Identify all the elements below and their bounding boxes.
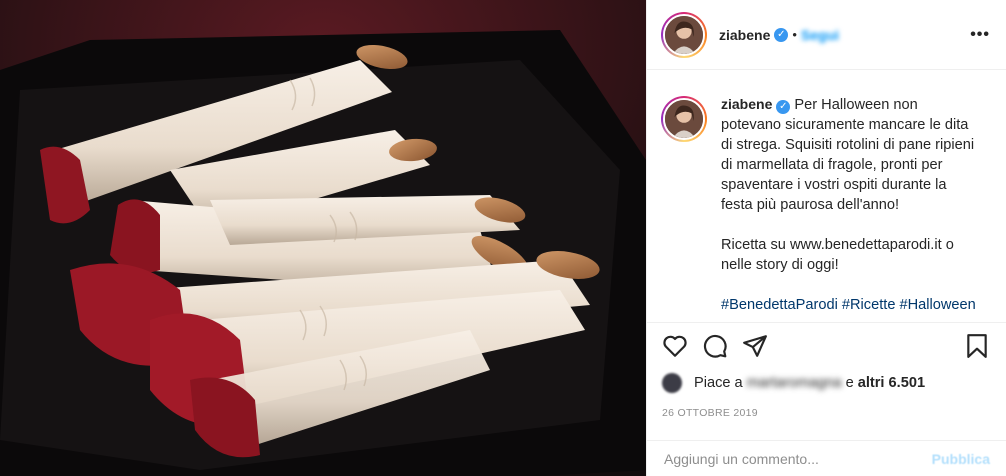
hashtags-link[interactable]: #BenedettaParodi #Ricette #Halloween bbox=[721, 295, 976, 315]
verified-icon: ✓ bbox=[774, 27, 789, 42]
caption-avatar[interactable] bbox=[661, 96, 707, 142]
post-actions: Piace a martaromagna e altri 6.501 26 OT… bbox=[646, 322, 1006, 419]
caption-text: ziabene ✓ Per Halloween non potevano sicu… bbox=[721, 94, 976, 324]
caption-line: di marmellata di fragole, pronti per bbox=[721, 157, 943, 173]
share-icon[interactable] bbox=[742, 333, 768, 359]
recipe-line: nelle story di oggi! bbox=[721, 257, 839, 273]
username-link[interactable]: ziabene bbox=[719, 27, 770, 43]
caption-line: potevano sicuramente mancare le dita bbox=[721, 117, 969, 133]
caption-username[interactable]: ziabene bbox=[721, 96, 772, 112]
action-icons bbox=[662, 333, 990, 359]
likes-summary: Piace a martaromagna e altri 6.501 bbox=[662, 373, 990, 393]
likes-connector: e bbox=[845, 375, 854, 391]
comment-bar: Pubblica bbox=[646, 440, 1006, 476]
liker-avatar[interactable] bbox=[662, 373, 682, 393]
recipe-line: Ricetta su www.benedettaparodi.it o bbox=[721, 237, 954, 253]
post-date[interactable]: 26 OTTOBRE 2019 bbox=[662, 407, 990, 419]
avatar[interactable] bbox=[661, 11, 707, 58]
post-header: ziabene ✓ • Segui ••• bbox=[647, 0, 1006, 70]
caption-line: Per Halloween non bbox=[794, 97, 918, 113]
caption-line: festa più paurosa dell'anno! bbox=[721, 197, 900, 213]
verified-icon: ✓ bbox=[776, 100, 791, 114]
avatar-photo bbox=[665, 15, 703, 54]
likes-count-link[interactable]: altri 6.501 bbox=[858, 375, 925, 391]
separator-dot: • bbox=[792, 27, 797, 42]
caption-block: ziabene ✓ Per Halloween non potevano sicu… bbox=[647, 70, 1006, 324]
bookmark-icon[interactable] bbox=[964, 333, 990, 359]
heart-icon[interactable] bbox=[662, 333, 688, 359]
caption-line: spaventare i vostri ospiti durante la bbox=[721, 177, 947, 193]
caption-line: di strega. Squisiti rotolini di pane rip… bbox=[721, 137, 975, 153]
publish-button[interactable]: Pubblica bbox=[932, 451, 990, 467]
caption-avatar-photo bbox=[665, 100, 703, 138]
follow-button[interactable]: Segui bbox=[801, 27, 839, 43]
likes-prefix: Piace a bbox=[694, 375, 743, 391]
liker-username[interactable]: martaromagna bbox=[747, 375, 842, 391]
comment-input[interactable] bbox=[664, 450, 932, 467]
comment-icon[interactable] bbox=[702, 333, 728, 359]
more-options-icon[interactable]: ••• bbox=[970, 26, 990, 44]
witch-fingers-photo bbox=[0, 0, 646, 476]
post-image[interactable] bbox=[0, 0, 646, 476]
